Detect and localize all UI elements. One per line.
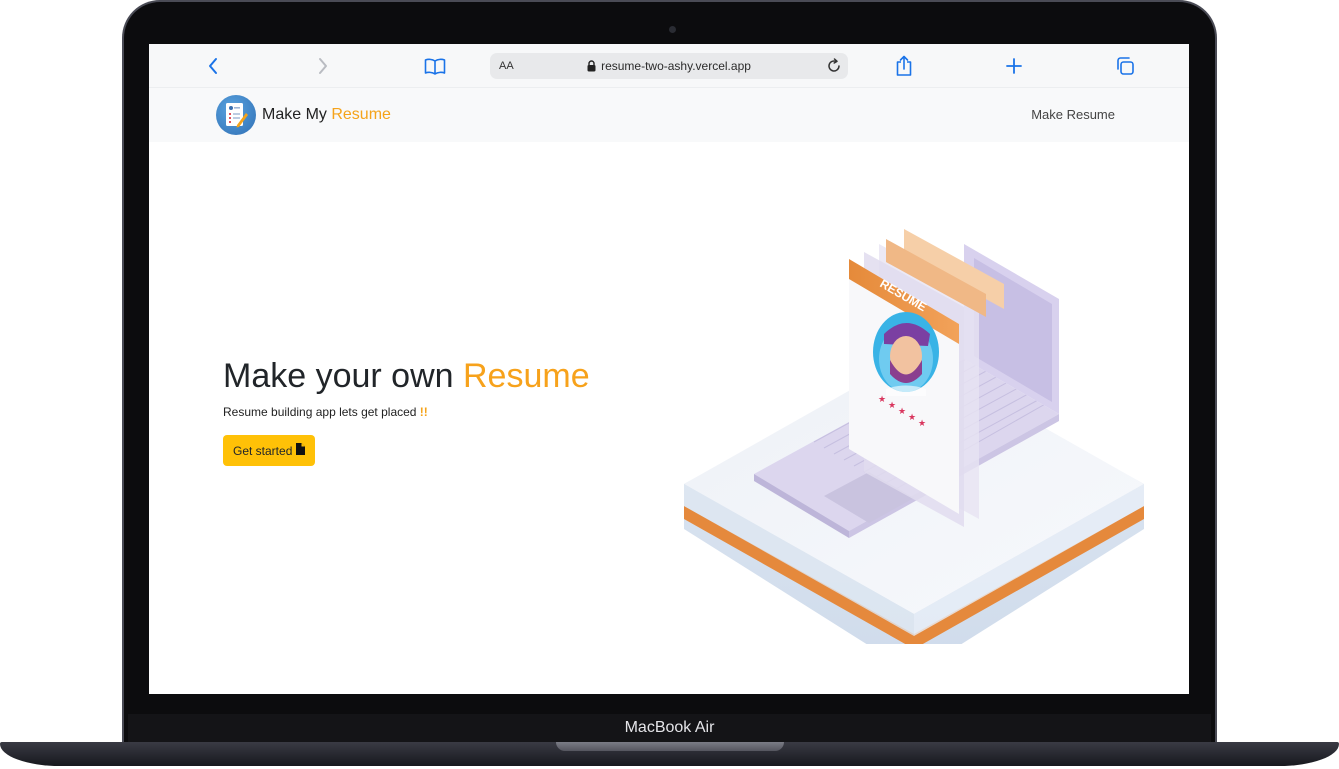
svg-text:★: ★ bbox=[888, 401, 896, 411]
lock-icon bbox=[587, 60, 596, 72]
browser-toolbar: AA resume-two-ashy.vercel.app bbox=[149, 44, 1189, 88]
chevron-right-icon[interactable] bbox=[311, 54, 335, 78]
url-text: resume-two-ashy.vercel.app bbox=[601, 59, 751, 73]
book-icon[interactable] bbox=[423, 54, 447, 78]
laptop-notch bbox=[556, 742, 784, 751]
hero-subtitle-accent: !! bbox=[419, 405, 428, 419]
hero-title-prefix: Make your own bbox=[223, 357, 463, 395]
reload-icon[interactable] bbox=[826, 58, 842, 74]
device-label: MacBook Air bbox=[624, 719, 715, 736]
share-icon[interactable] bbox=[892, 54, 916, 78]
hero-subtitle: Resume building app lets get placed !! bbox=[223, 405, 428, 419]
tabs-icon[interactable] bbox=[1113, 54, 1137, 78]
resume-logo-icon[interactable] bbox=[216, 95, 256, 135]
screen: AA resume-two-ashy.vercel.app Make My Re… bbox=[149, 44, 1189, 694]
brand-accent: Resume bbox=[331, 106, 391, 123]
brand-link[interactable]: Make My Resume bbox=[262, 88, 391, 142]
brand-prefix: Make My bbox=[262, 106, 332, 123]
svg-text:★: ★ bbox=[908, 413, 916, 423]
file-icon bbox=[296, 443, 306, 458]
url-bar[interactable]: AA resume-two-ashy.vercel.app bbox=[490, 53, 848, 79]
hero-subtitle-text: Resume building app lets get placed bbox=[223, 405, 420, 419]
plus-icon[interactable] bbox=[1002, 54, 1026, 78]
get-started-button[interactable]: Get started bbox=[223, 435, 316, 466]
chevron-left-icon[interactable] bbox=[201, 54, 225, 78]
nav-link-make-resume[interactable]: Make Resume bbox=[1031, 88, 1115, 142]
svg-text:★: ★ bbox=[898, 407, 906, 417]
hero-title-accent: Resume bbox=[463, 357, 590, 395]
camera bbox=[669, 26, 676, 33]
resume-laptop-illustration: RESUME ★ ★ ★ ★ ★ bbox=[684, 229, 1144, 644]
svg-text:★: ★ bbox=[878, 395, 886, 405]
svg-text:★: ★ bbox=[918, 419, 926, 429]
site-navbar: Make My Resume Make Resume bbox=[149, 88, 1189, 142]
hero-title: Make your own Resume bbox=[223, 357, 590, 396]
get-started-label: Get started bbox=[233, 443, 293, 458]
